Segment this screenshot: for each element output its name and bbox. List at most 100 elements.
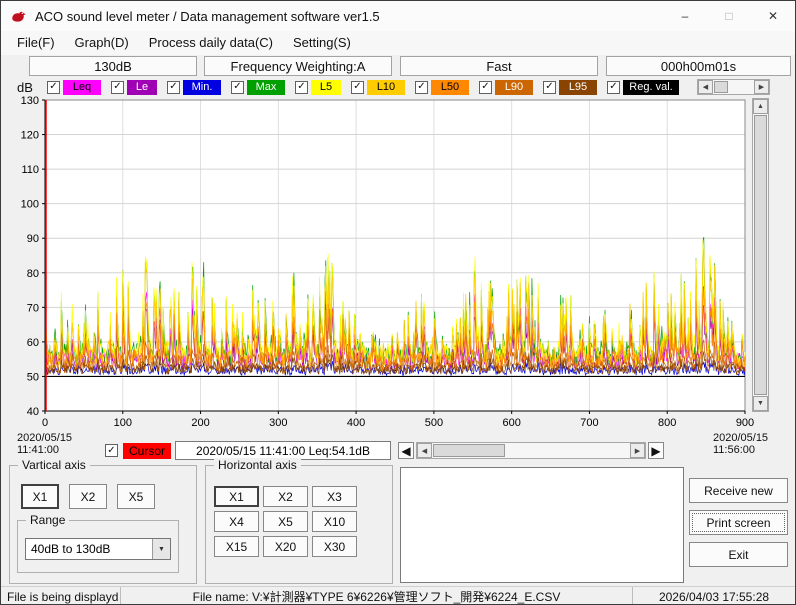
svg-text:900: 900 (736, 417, 754, 429)
horizontal-axis-group-label: Horizontal axis (214, 458, 301, 472)
chart-vscrollbar-track[interactable] (753, 114, 768, 396)
range-select[interactable]: 40dB to 130dB ▼ (25, 538, 171, 560)
start-time: 11:41:00 (17, 444, 60, 456)
chart-scroll-left-button[interactable]: ◀ (417, 443, 432, 458)
svg-text:400: 400 (347, 417, 365, 429)
range-dropdown-button[interactable]: ▼ (152, 539, 170, 559)
legend-label-l50: L50 (431, 79, 469, 95)
legend-label-l95: L95 (559, 79, 597, 95)
legend-scrollbar-thumb[interactable] (714, 81, 728, 93)
close-button[interactable]: ✕ (751, 1, 795, 31)
legend-checkbox-l5[interactable]: ✓ (295, 80, 308, 94)
data-listbox[interactable] (400, 467, 684, 583)
legend-item-l50: ✓ L50 (415, 79, 469, 95)
vertical-axis-group-label: Vartical axis (18, 458, 90, 472)
legend-checkbox-l50[interactable]: ✓ (415, 80, 428, 94)
haxis-x1-button[interactable]: X1 (214, 486, 259, 507)
legend-checkbox-l95[interactable]: ✓ (543, 80, 556, 94)
haxis-x3-button[interactable]: X3 (312, 486, 357, 507)
legend-checkbox-l90[interactable]: ✓ (479, 80, 492, 94)
menu-bar: File(F) Graph(D) Process daily data(C) Sett… (1, 31, 795, 55)
chart-scroll-right-button[interactable]: ▶ (630, 443, 645, 458)
legend-label-reg-val: Reg. val. (623, 79, 679, 95)
header-tabs-row: 130dB Frequency Weighting:A Fast 000h00m01s (1, 55, 795, 77)
status-message: File is being displayd (1, 587, 121, 604)
legend-scroll-right-button[interactable]: ▶ (754, 80, 769, 94)
legend-item-max: ✓ Max (231, 79, 285, 95)
cursor-checkbox[interactable]: ✓ (105, 444, 118, 457)
menu-item-graph[interactable]: Graph(D) (65, 31, 139, 55)
svg-text:200: 200 (191, 417, 209, 429)
legend-item-l5: ✓ L5 (295, 79, 341, 95)
legend-scroll-left-button[interactable]: ◀ (698, 80, 713, 94)
app-window: ACO sound level meter / Data management … (0, 0, 796, 605)
app-icon (10, 8, 27, 25)
menu-item-file[interactable]: File(F) (7, 31, 65, 55)
cursor-label: Cursor (123, 443, 171, 459)
print-screen-button[interactable]: Print screen (689, 510, 788, 535)
legend-checkbox-l10[interactable]: ✓ (351, 80, 364, 94)
svg-text:0: 0 (42, 417, 48, 429)
vaxis-x2-button[interactable]: X2 (69, 484, 107, 509)
svg-text:50: 50 (27, 371, 39, 383)
chart-hscrollbar-thumb[interactable] (433, 444, 505, 457)
chart-end-datetime: 2020/05/15 11:56:00 (713, 432, 768, 456)
haxis-x10-button[interactable]: X10 (312, 511, 357, 532)
haxis-x30-button[interactable]: X30 (312, 536, 357, 557)
legend-scrollbar[interactable]: ◀ ▶ (697, 79, 770, 95)
y-axis-unit-label: dB (17, 80, 33, 95)
window-controls: – □ ✕ (663, 1, 795, 31)
legend-item-l90: ✓ L90 (479, 79, 533, 95)
range-group-label: Range (26, 513, 70, 527)
maximize-button[interactable]: □ (707, 1, 751, 31)
svg-text:70: 70 (27, 302, 39, 314)
haxis-x2-button[interactable]: X2 (263, 486, 308, 507)
svg-text:90: 90 (27, 233, 39, 245)
minimize-button[interactable]: – (663, 1, 707, 31)
legend-item-l10: ✓ L10 (351, 79, 405, 95)
header-tab-fast: Fast (400, 56, 598, 76)
legend-scrollbar-track[interactable] (713, 80, 754, 94)
legend-checkbox-max[interactable]: ✓ (231, 80, 244, 94)
status-datetime: 2026/04/03 17:55:28 (658, 589, 770, 604)
svg-text:800: 800 (658, 417, 676, 429)
svg-text:600: 600 (502, 417, 520, 429)
legend-item-le: ✓ Le (111, 79, 157, 95)
chart-vertical-scrollbar[interactable]: ▲ ▼ (752, 98, 769, 412)
legend-item-leq: ✓ Leq (47, 79, 101, 95)
legend-label-max: Max (247, 79, 285, 95)
legend-label-l90: L90 (495, 79, 533, 95)
haxis-x20-button[interactable]: X20 (263, 536, 308, 557)
chart-scroll-down-button[interactable]: ▼ (753, 396, 768, 411)
window-title: ACO sound level meter / Data management … (35, 8, 380, 24)
chart-scroll-up-button[interactable]: ▲ (753, 99, 768, 114)
page-right-button[interactable]: ▶ (648, 442, 664, 459)
legend-label-l5: L5 (311, 79, 341, 95)
exit-button[interactable]: Exit (689, 542, 788, 567)
haxis-x5-button[interactable]: X5 (263, 511, 308, 532)
svg-text:130: 130 (21, 95, 39, 107)
legend-checkbox-leq[interactable]: ✓ (47, 80, 60, 94)
haxis-x4-button[interactable]: X4 (214, 511, 259, 532)
legend-checkbox-reg-val[interactable]: ✓ (607, 80, 620, 94)
svg-text:500: 500 (425, 417, 443, 429)
legend-checkbox-le[interactable]: ✓ (111, 80, 124, 94)
menu-item-process-daily-data[interactable]: Process daily data(C) (139, 31, 283, 55)
receive-new-button[interactable]: Receive new (689, 478, 788, 503)
vaxis-x5-button[interactable]: X5 (117, 484, 155, 509)
menu-item-setting[interactable]: Setting(S) (283, 31, 361, 55)
chart-horizontal-scrollbar[interactable]: ◀ ▶ (416, 442, 646, 459)
vaxis-x1-button[interactable]: X1 (21, 484, 59, 509)
haxis-x15-button[interactable]: X15 (214, 536, 259, 557)
title-bar[interactable]: ACO sound level meter / Data management … (1, 1, 795, 31)
chart-vscrollbar-thumb[interactable] (754, 115, 767, 395)
legend-label-leq: Leq (63, 79, 101, 95)
page-left-button[interactable]: ◀ (398, 442, 414, 459)
svg-text:300: 300 (269, 417, 287, 429)
chart-start-datetime: 2020/05/15 11:41:00 (17, 432, 72, 456)
legend-checkbox-min[interactable]: ✓ (167, 80, 180, 94)
svg-text:120: 120 (21, 130, 39, 142)
header-tab-000h00m01s: 000h00m01s (606, 56, 791, 76)
chart-hscrollbar-track[interactable] (432, 443, 630, 458)
svg-text:60: 60 (27, 337, 39, 349)
